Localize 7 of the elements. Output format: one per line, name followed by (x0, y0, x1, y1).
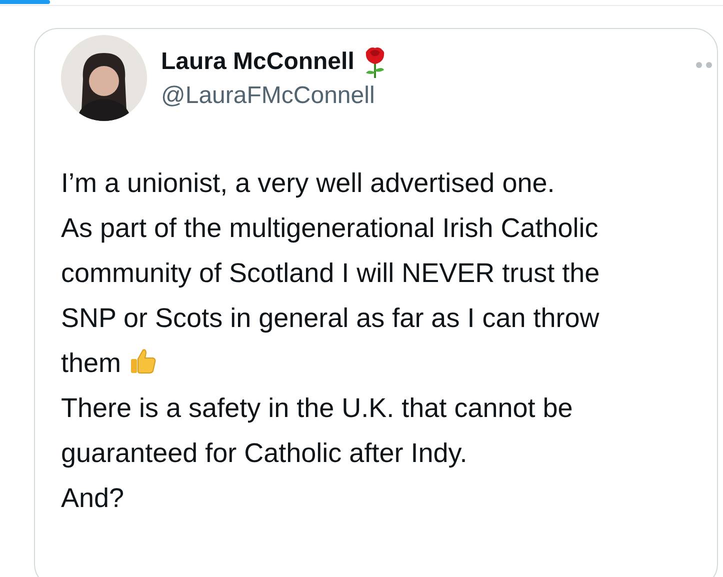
author-name: Laura McConnell (161, 47, 354, 77)
more-icon[interactable] (695, 61, 713, 69)
tweet-text: And? (61, 482, 126, 515)
tweet-text: I’m a unionist, a very well advertised one. (61, 167, 556, 200)
tweet-text: There is a safety in the U.K. that cannot be guaranteed for Catholic after Indy. (61, 392, 574, 470)
tweet-text: As part of the multigenerational Irish Catholic community of Scotland I will NEVER trust the SNP or Scots in general as far as I can throw them (61, 212, 601, 380)
author-handle: @LauraFMcConnell (161, 81, 376, 111)
